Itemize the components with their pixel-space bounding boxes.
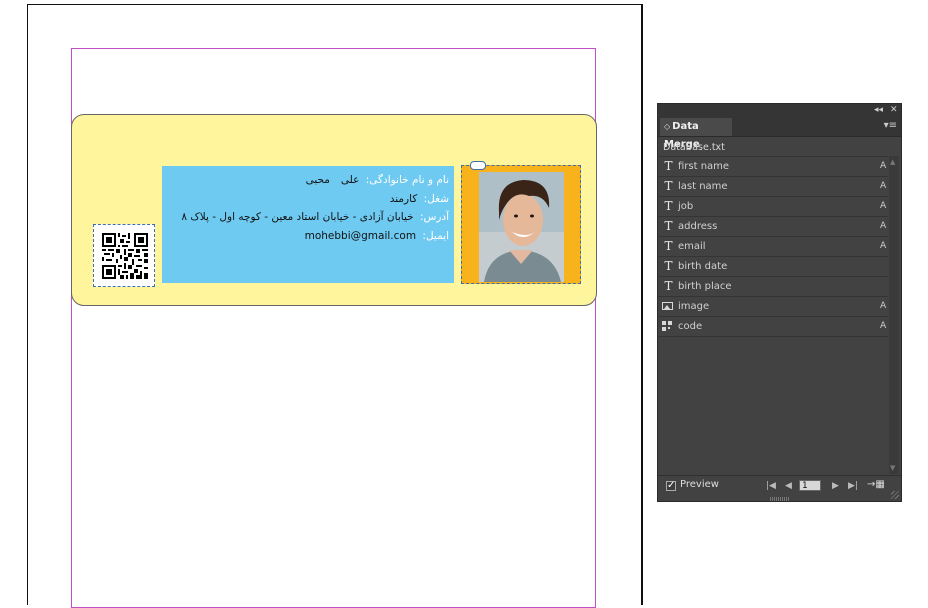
text-field-icon: T [664,159,673,173]
email-label: ایمیل: [422,229,449,242]
collapse-panel-icon[interactable]: ◂◂ [874,104,883,116]
field-placed-marker: A [880,241,887,251]
name-label: نام و نام خانوادگی: [365,174,449,186]
field-name: image [678,301,710,312]
field-placed-marker: A [880,161,887,171]
data-merge-panel: ◂◂ ✕ ◇ Data Merge ▾≡ DataBase.txt T first… [657,103,902,502]
field-placed-marker: A [880,301,887,311]
previous-record-icon[interactable]: ◀ [785,480,792,492]
data-source-filename: DataBase.txt [663,142,725,153]
next-record-icon[interactable]: ▶ [832,480,839,492]
field-name: job [678,201,694,212]
field-row-last-name[interactable]: T last name A [658,176,888,196]
field-list-scrollbar[interactable]: ▲ ▼ [889,156,899,474]
text-field-icon: T [664,219,673,233]
close-panel-icon[interactable]: ✕ [890,104,898,116]
field-name: address [678,221,718,232]
field-name: last name [678,181,728,192]
panel-menu-icon[interactable]: ▾≡ [884,120,897,132]
tab-expand-icon: ◇ [664,122,671,131]
text-field-icon: T [664,279,673,293]
panel-footer: ✓ Preview |◀ ◀ ▶ ▶| →▦ [658,475,901,496]
person-portrait-image [479,172,564,282]
address-label: آدرس: [419,211,449,223]
field-placed-marker: A [880,221,887,231]
job-label: شغل: [423,192,449,205]
field-placed-marker: A [880,321,887,331]
create-merged-document-icon[interactable]: →▦ [867,479,885,491]
field-row-job[interactable]: T job A [658,196,888,216]
address-line: آدرس: خیابان آزادی - خیابان استاد معین -… [162,208,449,227]
name-line: نام و نام خانوادگی: علی محبی [162,171,449,190]
preview-checkbox[interactable]: ✓ [666,481,676,491]
job-value: کارمند [389,192,418,205]
qr-code-frame[interactable] [93,224,155,287]
field-row-first-name[interactable]: T first name A [658,156,888,176]
job-line: شغل: کارمند [162,190,449,209]
last-record-icon[interactable]: ▶| [848,480,858,492]
field-list: T first name A T last name A T job A T a… [658,156,888,337]
info-text-frame[interactable]: نام و نام خانوادگی: علیمحبی شغل: کارمند … [162,166,454,283]
field-name: email [678,241,706,252]
address-value: خیابان آزادی - خیابان استاد معین - کوچه … [181,211,414,223]
text-field-icon: T [664,239,673,253]
field-name: first name [678,161,730,172]
field-name: birth place [678,281,732,292]
first-name-value: علی [340,174,360,186]
field-row-image[interactable]: image A [658,296,888,316]
email-value: mohebbi@gmail.com [304,229,417,242]
text-field-icon: T [664,259,673,273]
field-row-birth-place[interactable]: T birth place [658,276,888,296]
field-row-address[interactable]: T address A [658,216,888,236]
qr-field-icon [662,321,672,331]
panel-tab-bar: ◇ Data Merge ▾≡ [658,116,901,150]
link-icon [470,161,486,170]
text-field-icon: T [664,179,673,193]
photo-frame[interactable] [461,165,581,284]
field-placed-marker: A [880,181,887,191]
panel-bottom-grip[interactable] [770,497,790,501]
field-row-email[interactable]: T email A [658,236,888,256]
text-field-icon: T [664,199,673,213]
field-row-code[interactable]: code A [658,316,888,337]
field-placed-marker: A [880,201,887,211]
scroll-down-icon[interactable]: ▼ [890,464,895,472]
email-line: ایمیل: mohebbi@gmail.com [162,227,449,246]
resize-grip-icon[interactable] [891,491,899,499]
last-name-value: محبی [305,174,330,186]
field-row-birth-date[interactable]: T birth date [658,256,888,276]
qr-code-image [102,233,148,279]
field-name: birth date [678,261,728,272]
field-name: code [678,321,703,332]
first-record-icon[interactable]: |◀ [766,480,776,492]
image-field-icon [662,302,673,310]
record-number-input[interactable] [799,480,821,491]
preview-label: Preview [680,479,719,490]
tab-data-merge[interactable]: ◇ Data Merge [660,118,732,150]
profile-photo [479,172,564,282]
panel-title-bar[interactable]: ◂◂ ✕ [658,104,901,116]
scroll-up-icon[interactable]: ▲ [890,158,895,166]
